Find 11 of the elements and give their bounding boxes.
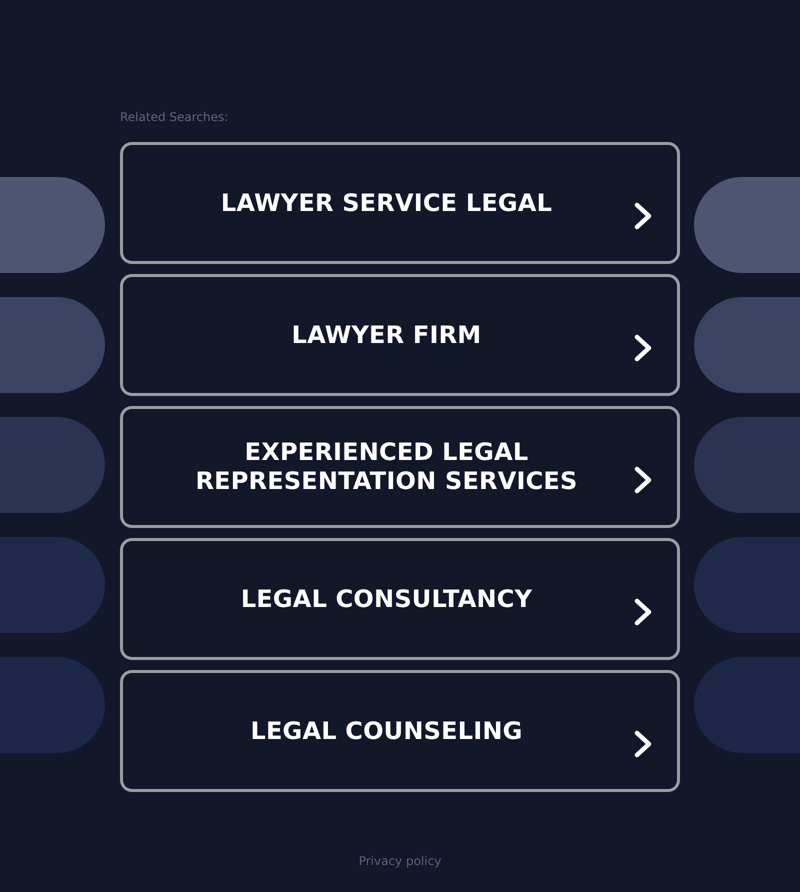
- chevron-right-icon: [634, 598, 652, 626]
- chevron-right-icon: [634, 202, 652, 230]
- search-link-button[interactable]: LEGAL CONSULTANCY: [120, 538, 680, 660]
- search-link-button[interactable]: LAWYER FIRM: [120, 274, 680, 396]
- search-link-button[interactable]: EXPERIENCED LEGAL REPRESENTATION SERVICES: [120, 406, 680, 528]
- search-link-button[interactable]: LAWYER SERVICE LEGAL: [120, 142, 680, 264]
- chevron-right-icon: [634, 730, 652, 758]
- section-heading: Related Searches:: [120, 110, 228, 124]
- search-link-button[interactable]: LEGAL COUNSELING: [120, 670, 680, 792]
- chevron-right-icon: [634, 466, 652, 494]
- chevron-right-icon: [634, 334, 652, 362]
